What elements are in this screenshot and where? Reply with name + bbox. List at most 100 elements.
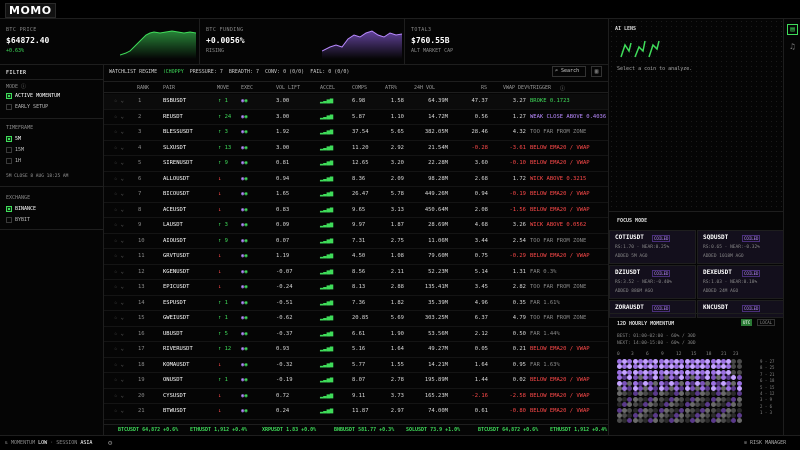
table-row[interactable]: ☆ ⌄ 13 EPICUSDT ↓ ◉◉ -0.24 ▂▃▅▆ 8.13 2.88 135.41M… xyxy=(104,280,608,296)
pair-cell[interactable]: ALLOUSDT xyxy=(163,176,190,182)
table-row[interactable]: ☆ ⌄ 12 KGENUSDT ↓ ◉◉ -0.07 ▂▃▅▆ 8.56 2.11 52.23M 5… xyxy=(104,265,608,280)
star-icon[interactable]: ☆ ⌄ xyxy=(114,114,124,120)
vol-lift-cell: 3.00 xyxy=(276,144,290,151)
table-row[interactable]: ☆ ⌄ 7 BICOUSDT ↓ ◉◉ 1.65 ▂▃▅▆ 26.47 5.78 449.26M 0… xyxy=(104,187,608,203)
star-icon[interactable]: ☆ ⌄ xyxy=(114,160,124,166)
star-icon[interactable]: ☆ ⌄ xyxy=(114,315,124,321)
table-row[interactable]: ☆ ⌄ 6 ALLOUSDT ↓ ◉◉ 0.94 ▂▃▅▆ 8.36 2.09 98.28M 2.6… xyxy=(104,172,608,187)
status-badge: COILED xyxy=(652,305,671,312)
star-icon[interactable]: ☆ ⌄ xyxy=(114,222,124,228)
column-header-trigger[interactable]: TRIGGER xyxy=(530,85,551,91)
hour-label: 12 xyxy=(676,352,682,357)
layout-icon[interactable]: ▤ xyxy=(787,24,798,35)
grid-view-button[interactable]: ▦ xyxy=(591,66,602,77)
pair-cell[interactable]: GWEIUSDT xyxy=(163,315,190,321)
focus-card[interactable]: SQDUSDT COILED RS:0.65 · NEAR:-0.32% ADDED … xyxy=(697,230,784,264)
star-icon[interactable]: ☆ ⌄ xyxy=(114,408,124,414)
star-icon[interactable]: ☆ ⌄ xyxy=(114,207,124,213)
pair-cell[interactable]: BLESSUSDT xyxy=(163,129,193,135)
local-toggle[interactable]: LOCAL xyxy=(757,319,776,326)
pair-cell[interactable]: SIRENUSDT xyxy=(163,160,193,166)
table-row[interactable]: ☆ ⌄ 14 ESPUSDT ↑ 1 ◉◉ -0.51 ▂▃▅▆ 7.36 1.82 35.39M… xyxy=(104,296,608,311)
star-icon[interactable]: ☆ ⌄ xyxy=(114,300,124,306)
table-row[interactable]: ☆ ⌄ 17 RIVERUSDT ↑ 12 ◉◉ 0.93 ▂▃▅▆ 5.16 1.64 49.2… xyxy=(104,342,608,358)
star-icon[interactable]: ☆ ⌄ xyxy=(114,253,124,259)
table-row[interactable]: ☆ ⌄ 20 CYSUSDT ↓ ◉◉ 0.72 ▂▃▅▆ 9.11 3.73 165.23M -2… xyxy=(104,389,608,404)
table-row[interactable]: ☆ ⌄ 19 ONUSDT ↑ 1 ◉◉ -0.19 ▂▃▅▆ 8.07 2.78 195.89M… xyxy=(104,373,608,389)
focus-card[interactable]: DZIUSDT COILED RS:3.52 · NEAR:-0.40% ADDED … xyxy=(609,265,696,299)
focus-card[interactable]: COTIUSDT COILED RS:1.70 · NEAR:0.25% ADDED … xyxy=(609,230,696,264)
pair-cell[interactable]: ONUSDT xyxy=(163,377,183,383)
column-header-24h-vol[interactable]: 24H VOL xyxy=(414,85,435,91)
risk-manager-button[interactable]: ⊙ RISK MANAGER xyxy=(744,440,786,446)
table-row[interactable]: ☆ ⌄ 5 SIRENUSDT ↑ 9 ◉◉ 0.81 ▂▃▅▆ 12.65 3.20 22.28… xyxy=(104,156,608,172)
search-button[interactable]: ⌕ Search xyxy=(552,66,586,77)
pair-cell[interactable]: KOMAUSDT xyxy=(163,362,190,368)
focus-card[interactable]: KNCUSDT COILED xyxy=(697,300,784,318)
pair-cell[interactable]: LAUSDT xyxy=(163,222,183,228)
pair-cell[interactable]: UBUSDT xyxy=(163,331,183,337)
pair-cell[interactable]: EPICUSDT xyxy=(163,284,190,290)
star-icon[interactable]: ☆ ⌄ xyxy=(114,98,124,104)
column-header-rs[interactable]: RS xyxy=(481,85,487,91)
pair-cell[interactable]: REUSDT xyxy=(163,114,183,120)
mode-early-setup[interactable]: EARLY SETUP xyxy=(6,104,48,110)
table-row[interactable]: ☆ ⌄ 16 UBUSDT ↑ 5 ◉◉ -0.37 ▂▃▅▆ 6.61 1.90 53.56M 2… xyxy=(104,327,608,342)
pair-cell[interactable]: BSBUSDT xyxy=(163,98,186,104)
star-icon[interactable]: ☆ ⌄ xyxy=(114,346,124,352)
pair-cell[interactable]: BICOUSDT xyxy=(163,191,190,197)
pair-cell[interactable]: GRVTUSDT xyxy=(163,253,190,259)
column-header-vol-lift[interactable]: VOL LIFT xyxy=(276,85,300,91)
pair-cell[interactable]: SLXUSDT xyxy=(163,145,186,151)
star-icon[interactable]: ☆ ⌄ xyxy=(114,269,124,275)
star-icon[interactable]: ☆ ⌄ xyxy=(114,377,124,383)
column-header-comps[interactable]: COMPS xyxy=(352,85,367,91)
column-header-rank[interactable]: RANK xyxy=(137,85,149,91)
table-row[interactable]: ☆ ⌄ 1 BSBUSDT ↑ 1 ◉◉ 3.00 ▂▃▅▆ 6.98 1.58 64.39M 47… xyxy=(104,94,608,110)
focus-card[interactable]: DEXEUSDT COILED RS:1.03 · NEAR:0.18% ADDED … xyxy=(697,265,784,299)
star-icon[interactable]: ☆ ⌄ xyxy=(114,129,124,135)
table-row[interactable]: ☆ ⌄ 3 BLESSUSDT ↑ 3 ◉◉ 1.92 ▂▃▅▆ 37.54 5.65 382.0… xyxy=(104,125,608,141)
column-header-accel[interactable]: ACCEL xyxy=(320,85,335,91)
table-row[interactable]: ☆ ⌄ 21 BTWUSDT ↓ ◉◉ 0.24 ▂▃▅▆ 11.87 2.97 74.00M 0.… xyxy=(104,404,608,420)
utc-toggle[interactable]: UTC xyxy=(741,319,753,326)
table-row[interactable]: ☆ ⌄ 2 REUSDT ↑ 24 ◉◉ 3.00 ▂▃▅▆ 5.87 1.10 14.72M 0.… xyxy=(104,110,608,125)
mode-active-momentum[interactable]: ACTIVE MOMENTUM xyxy=(6,93,60,99)
star-icon[interactable]: ☆ ⌄ xyxy=(114,362,124,368)
table-row[interactable]: ☆ ⌄ 11 GRVTUSDT ↓ ◉◉ 1.19 ▂▃▅▆ 4.50 1.08 79.60M 0.… xyxy=(104,249,608,265)
star-icon[interactable]: ☆ ⌄ xyxy=(114,176,124,182)
exchange-binance[interactable]: BINANCE xyxy=(6,206,36,212)
star-icon[interactable]: ☆ ⌄ xyxy=(114,145,124,151)
pair-cell[interactable]: CYSUSDT xyxy=(163,393,186,399)
table-row[interactable]: ☆ ⌄ 10 AIOUSDT ↑ 9 ◉◉ 0.07 ▂▃▅▆ 7.31 2.75 11.06M 3… xyxy=(104,234,608,249)
tf-option-1h[interactable]: 1H xyxy=(6,158,21,164)
pair-cell[interactable]: AIOUSDT xyxy=(163,238,186,244)
app-logo[interactable]: MOMO xyxy=(5,3,56,18)
column-header-atr-[interactable]: ATR% xyxy=(385,85,397,91)
pair-cell[interactable]: RIVERUSDT xyxy=(163,346,193,352)
star-icon[interactable]: ☆ ⌄ xyxy=(114,284,124,290)
focus-card[interactable]: ZORAUSDT COILED xyxy=(609,300,696,318)
exchange-bybit[interactable]: BYBIT xyxy=(6,217,30,223)
pair-cell[interactable]: ACEUSDT xyxy=(163,207,186,213)
column-header-exec[interactable]: EXEC xyxy=(241,85,253,91)
table-row[interactable]: ☆ ⌄ 8 ACEUSDT ↓ ◉◉ 0.83 ▂▃▅▆ 9.65 3.13 450.64M 2.0… xyxy=(104,203,608,218)
table-row[interactable]: ☆ ⌄ 9 LAUSDT ↑ 3 ◉◉ 0.09 ▂▃▅▆ 9.97 1.87 28.69M 4.6… xyxy=(104,218,608,234)
gear-icon[interactable]: ⚙ xyxy=(108,439,112,447)
table-row[interactable]: ☆ ⌄ 15 GWEIUSDT ↑ 1 ◉◉ -0.62 ▂▃▅▆ 20.85 5.69 303.… xyxy=(104,311,608,327)
table-row[interactable]: ☆ ⌄ 4 SLXUSDT ↑ 13 ◉◉ 3.00 ▂▃▅▆ 11.20 2.92 21.54M… xyxy=(104,141,608,156)
star-icon[interactable]: ☆ ⌄ xyxy=(114,191,124,197)
star-icon[interactable]: ☆ ⌄ xyxy=(114,393,124,399)
star-icon[interactable]: ☆ ⌄ xyxy=(114,238,124,244)
pair-cell[interactable]: KGENUSDT xyxy=(163,269,190,275)
column-header-pair[interactable]: PAIR xyxy=(163,85,175,91)
bell-icon[interactable]: ♫ xyxy=(787,41,798,52)
tf-option-5m[interactable]: 5M xyxy=(6,136,21,142)
column-header-vwap-dev-[interactable]: VWAP DEV% xyxy=(503,85,530,91)
pair-cell[interactable]: BTWUSDT xyxy=(163,408,186,414)
column-header-move[interactable]: MOVE xyxy=(217,85,229,91)
tf-option-15m[interactable]: 15M xyxy=(6,147,24,153)
star-icon[interactable]: ☆ ⌄ xyxy=(114,331,124,337)
table-row[interactable]: ☆ ⌄ 18 KOMAUSDT ↓ ◉◉ -0.32 ▂▃▅▆ 5.77 1.55 14.21M 1… xyxy=(104,358,608,373)
pair-cell[interactable]: ESPUSDT xyxy=(163,300,186,306)
